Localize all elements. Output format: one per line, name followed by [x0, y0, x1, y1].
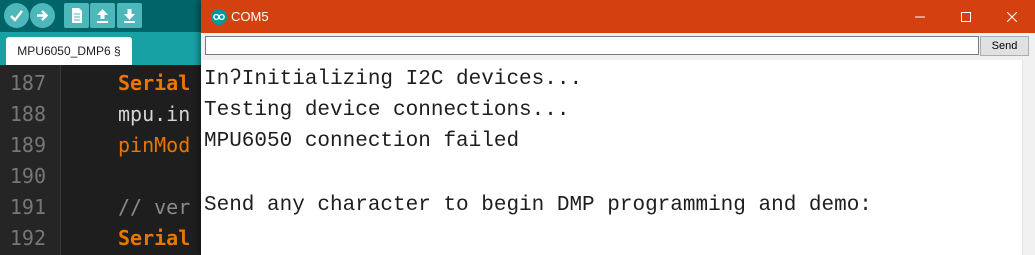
maximize-icon — [961, 11, 971, 22]
line-number: 191 — [9, 195, 46, 219]
serial-input[interactable] — [205, 36, 979, 55]
code-line: Serial — [118, 226, 191, 250]
open-icon — [97, 9, 108, 23]
close-icon — [1007, 11, 1017, 22]
line-number: 188 — [9, 102, 46, 126]
line-number-gutter: 187 188 189 190 191 192 — [0, 65, 61, 255]
close-button[interactable] — [989, 0, 1035, 33]
window-title: COM5 — [231, 9, 269, 24]
upload-button[interactable] — [30, 3, 55, 28]
minimize-button[interactable] — [897, 0, 943, 33]
code-line: Serial — [118, 71, 191, 95]
serial-monitor-window: COM5 Send InʔInitializing I2C devices...… — [201, 0, 1035, 255]
new-sketch-button[interactable] — [64, 3, 89, 28]
minimize-icon — [915, 16, 925, 17]
output-scrollbar[interactable] — [1022, 60, 1035, 255]
output-line: Send any character to begin DMP programm… — [204, 194, 872, 217]
output-line: InʔInitializing I2C devices... — [204, 68, 583, 91]
line-number: 187 — [9, 71, 46, 95]
title-bar[interactable]: COM5 — [201, 0, 1035, 33]
verify-icon — [10, 10, 23, 22]
code-line: // ver — [118, 195, 191, 219]
tab-sketch[interactable]: MPU6050_DMP6 § — [6, 37, 132, 65]
code-line: mpu.in — [118, 102, 191, 126]
new-sketch-icon — [72, 8, 82, 23]
line-number: 192 — [9, 226, 46, 250]
arduino-icon — [211, 9, 227, 25]
output-line: Testing device connections... — [204, 99, 570, 122]
line-number: 189 — [9, 133, 46, 157]
send-bar: Send — [201, 33, 1035, 60]
verify-button[interactable] — [4, 3, 29, 28]
open-button[interactable] — [90, 3, 115, 28]
save-button[interactable] — [117, 3, 142, 28]
upload-icon — [37, 10, 49, 21]
send-button[interactable]: Send — [980, 36, 1029, 56]
code-line: pinMod — [118, 133, 191, 157]
maximize-button[interactable] — [943, 0, 989, 33]
serial-output[interactable]: InʔInitializing I2C devices... Testing d… — [201, 60, 1023, 255]
save-icon — [124, 9, 135, 23]
line-number: 190 — [9, 164, 46, 188]
output-line: MPU6050 connection failed — [204, 130, 520, 153]
